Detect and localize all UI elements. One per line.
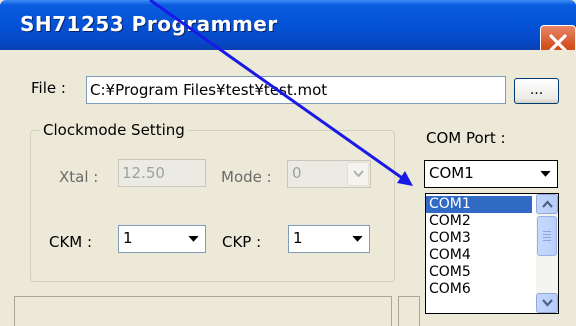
ckm-select[interactable]: 1	[118, 225, 206, 253]
chevron-down-icon	[352, 235, 363, 242]
list-item-com1[interactable]: COM1	[426, 196, 532, 213]
ckm-dropdown-button[interactable]	[182, 227, 204, 251]
mode-label: Mode :	[221, 168, 272, 186]
clockmode-groupbox	[30, 130, 395, 282]
status-pane-left	[14, 296, 392, 326]
scroll-thumb[interactable]	[537, 216, 557, 256]
ckp-dropdown-button[interactable]	[346, 227, 368, 251]
mode-select[interactable]: 0	[287, 160, 371, 188]
list-item-com5[interactable]: COM5	[426, 264, 532, 281]
chevron-down-icon	[188, 235, 199, 242]
list-item-com6[interactable]: COM6	[426, 281, 532, 298]
chevron-down-icon	[540, 170, 551, 177]
ckm-label: CKM :	[49, 233, 93, 251]
browse-button[interactable]: ...	[514, 78, 559, 104]
chevron-up-icon	[542, 200, 553, 208]
com-port-label: COM Port :	[426, 129, 506, 147]
list-item-com3[interactable]: COM3	[426, 230, 532, 247]
file-label: File :	[31, 79, 66, 97]
ckp-label: CKP :	[222, 233, 262, 251]
scroll-down-button[interactable]	[536, 293, 558, 313]
com-port-value: COM1	[429, 164, 474, 182]
ckp-value: 1	[293, 229, 303, 247]
xtal-input[interactable]: 12.50	[118, 159, 206, 187]
status-pane-right	[398, 296, 420, 326]
mode-dropdown-button[interactable]	[347, 162, 369, 186]
mode-value: 0	[292, 164, 302, 182]
vertical-scrollbar[interactable]	[536, 194, 558, 313]
list-item-com4[interactable]: COM4	[426, 247, 532, 264]
window-title: SH71253 Programmer	[20, 12, 278, 36]
com-port-dropdown-button[interactable]	[534, 162, 556, 186]
chevron-down-icon	[353, 170, 364, 177]
clockmode-group-title: Clockmode Setting	[40, 121, 188, 139]
title-bar: SH71253 Programmer	[0, 0, 576, 50]
com-port-dropdown-list[interactable]: COM1 COM2 COM3 COM4 COM5 COM6	[425, 193, 559, 314]
list-item-com2[interactable]: COM2	[426, 213, 532, 230]
file-path-input[interactable]: C:¥Program Files¥test¥test.mot	[86, 76, 506, 104]
xtal-label: Xtal :	[59, 168, 99, 186]
ckp-select[interactable]: 1	[288, 225, 370, 253]
scroll-up-button[interactable]	[536, 194, 558, 214]
com-port-select[interactable]: COM1	[424, 160, 558, 188]
chevron-down-icon	[542, 299, 553, 307]
ckm-value: 1	[123, 229, 133, 247]
